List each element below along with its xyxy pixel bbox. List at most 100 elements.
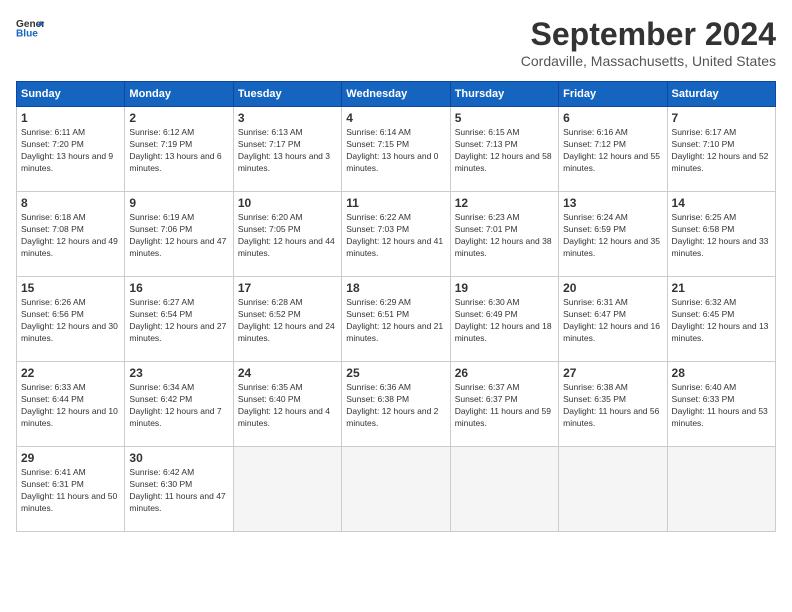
day-info: Sunrise: 6:23 AMSunset: 7:01 PMDaylight:… (455, 212, 554, 260)
day-number: 4 (346, 111, 445, 125)
day-info: Sunrise: 6:16 AMSunset: 7:12 PMDaylight:… (563, 127, 662, 175)
page-header: General Blue September 2024 Cordaville, … (16, 16, 776, 69)
day-info: Sunrise: 6:12 AMSunset: 7:19 PMDaylight:… (129, 127, 228, 175)
calendar-cell: 3 Sunrise: 6:13 AMSunset: 7:17 PMDaylight… (233, 107, 341, 192)
calendar-cell: 24 Sunrise: 6:35 AMSunset: 6:40 PMDayligh… (233, 362, 341, 447)
calendar-cell: 12 Sunrise: 6:23 AMSunset: 7:01 PMDayligh… (450, 192, 558, 277)
day-number: 23 (129, 366, 228, 380)
day-number: 26 (455, 366, 554, 380)
calendar-cell: 19 Sunrise: 6:30 AMSunset: 6:49 PMDayligh… (450, 277, 558, 362)
calendar-cell: 14 Sunrise: 6:25 AMSunset: 6:58 PMDayligh… (667, 192, 775, 277)
day-number: 1 (21, 111, 120, 125)
day-info: Sunrise: 6:32 AMSunset: 6:45 PMDaylight:… (672, 297, 771, 345)
calendar-cell: 9Sunrise: 6:19 AMSunset: 7:06 PMDaylight… (125, 192, 233, 277)
calendar-cell: 16 Sunrise: 6:27 AMSunset: 6:54 PMDayligh… (125, 277, 233, 362)
svg-text:Blue: Blue (16, 28, 38, 38)
day-number: 24 (238, 366, 337, 380)
day-number: 10 (238, 196, 337, 210)
location-title: Cordaville, Massachusetts, United States (521, 53, 776, 69)
day-info: Sunrise: 6:41 AMSunset: 6:31 PMDaylight:… (21, 467, 120, 515)
calendar-cell: 17Sunrise: 6:28 AMSunset: 6:52 PMDayligh… (233, 277, 341, 362)
calendar-cell (559, 447, 667, 532)
calendar-table: SundayMondayTuesdayWednesdayThursdayFrid… (16, 81, 776, 532)
day-info: Sunrise: 6:14 AMSunset: 7:15 PMDaylight:… (346, 127, 445, 175)
day-number: 20 (563, 281, 662, 295)
day-number: 9 (129, 196, 228, 210)
calendar-cell (667, 447, 775, 532)
day-number: 8 (21, 196, 120, 210)
day-info: Sunrise: 6:24 AMSunset: 6:59 PMDaylight:… (563, 212, 662, 260)
day-number: 27 (563, 366, 662, 380)
day-number: 11 (346, 196, 445, 210)
title-area: September 2024 Cordaville, Massachusetts… (521, 16, 776, 69)
weekday-header-row: SundayMondayTuesdayWednesdayThursdayFrid… (17, 82, 776, 107)
week-row-1: 1 Sunrise: 6:11 AMSunset: 7:20 PMDaylight… (17, 107, 776, 192)
day-number: 22 (21, 366, 120, 380)
calendar-cell: 5 Sunrise: 6:15 AMSunset: 7:13 PMDaylight… (450, 107, 558, 192)
calendar-cell: 26Sunrise: 6:37 AMSunset: 6:37 PMDayligh… (450, 362, 558, 447)
calendar-cell: 13 Sunrise: 6:24 AMSunset: 6:59 PMDayligh… (559, 192, 667, 277)
week-row-2: 8 Sunrise: 6:18 AMSunset: 7:08 PMDaylight… (17, 192, 776, 277)
day-info: Sunrise: 6:13 AMSunset: 7:17 PMDaylight:… (238, 127, 337, 175)
week-row-4: 22 Sunrise: 6:33 AMSunset: 6:44 PMDayligh… (17, 362, 776, 447)
calendar-cell: 7 Sunrise: 6:17 AMSunset: 7:10 PMDaylight… (667, 107, 775, 192)
calendar-cell: 11 Sunrise: 6:22 AMSunset: 7:03 PMDayligh… (342, 192, 450, 277)
day-number: 6 (563, 111, 662, 125)
day-number: 25 (346, 366, 445, 380)
day-info: Sunrise: 6:33 AMSunset: 6:44 PMDaylight:… (21, 382, 120, 430)
day-number: 12 (455, 196, 554, 210)
calendar-cell: 30 Sunrise: 6:42 AMSunset: 6:30 PMDayligh… (125, 447, 233, 532)
weekday-header-friday: Friday (559, 82, 667, 107)
day-info: Sunrise: 6:40 AMSunset: 6:33 PMDaylight:… (672, 382, 771, 430)
weekday-header-sunday: Sunday (17, 82, 125, 107)
day-info: Sunrise: 6:17 AMSunset: 7:10 PMDaylight:… (672, 127, 771, 175)
day-info: Sunrise: 6:22 AMSunset: 7:03 PMDaylight:… (346, 212, 445, 260)
day-info: Sunrise: 6:15 AMSunset: 7:13 PMDaylight:… (455, 127, 554, 175)
day-number: 19 (455, 281, 554, 295)
calendar-cell: 27 Sunrise: 6:38 AMSunset: 6:35 PMDayligh… (559, 362, 667, 447)
day-number: 14 (672, 196, 771, 210)
day-info: Sunrise: 6:27 AMSunset: 6:54 PMDaylight:… (129, 297, 228, 345)
weekday-header-saturday: Saturday (667, 82, 775, 107)
day-info: Sunrise: 6:11 AMSunset: 7:20 PMDaylight:… (21, 127, 120, 175)
day-number: 5 (455, 111, 554, 125)
calendar-cell: 15 Sunrise: 6:26 AMSunset: 6:56 PMDayligh… (17, 277, 125, 362)
day-info: Sunrise: 6:18 AMSunset: 7:08 PMDaylight:… (21, 212, 120, 260)
day-info: Sunrise: 6:38 AMSunset: 6:35 PMDaylight:… (563, 382, 662, 430)
calendar-cell: 29 Sunrise: 6:41 AMSunset: 6:31 PMDayligh… (17, 447, 125, 532)
week-row-5: 29 Sunrise: 6:41 AMSunset: 6:31 PMDayligh… (17, 447, 776, 532)
day-number: 3 (238, 111, 337, 125)
month-title: September 2024 (521, 16, 776, 53)
day-number: 30 (129, 451, 228, 465)
calendar-cell (233, 447, 341, 532)
weekday-header-thursday: Thursday (450, 82, 558, 107)
day-info: Sunrise: 6:20 AMSunset: 7:05 PMDaylight:… (238, 212, 337, 260)
day-info: Sunrise: 6:30 AMSunset: 6:49 PMDaylight:… (455, 297, 554, 345)
day-number: 13 (563, 196, 662, 210)
day-number: 28 (672, 366, 771, 380)
day-number: 21 (672, 281, 771, 295)
weekday-header-wednesday: Wednesday (342, 82, 450, 107)
calendar-cell: 6 Sunrise: 6:16 AMSunset: 7:12 PMDaylight… (559, 107, 667, 192)
week-row-3: 15 Sunrise: 6:26 AMSunset: 6:56 PMDayligh… (17, 277, 776, 362)
day-info: Sunrise: 6:25 AMSunset: 6:58 PMDaylight:… (672, 212, 771, 260)
day-info: Sunrise: 6:36 AMSunset: 6:38 PMDaylight:… (346, 382, 445, 430)
calendar-cell: 1 Sunrise: 6:11 AMSunset: 7:20 PMDaylight… (17, 107, 125, 192)
calendar-cell (450, 447, 558, 532)
day-number: 7 (672, 111, 771, 125)
day-number: 29 (21, 451, 120, 465)
day-info: Sunrise: 6:26 AMSunset: 6:56 PMDaylight:… (21, 297, 120, 345)
day-number: 16 (129, 281, 228, 295)
calendar-cell: 20Sunrise: 6:31 AMSunset: 6:47 PMDayligh… (559, 277, 667, 362)
calendar-cell: 23 Sunrise: 6:34 AMSunset: 6:42 PMDayligh… (125, 362, 233, 447)
calendar-cell: 25 Sunrise: 6:36 AMSunset: 6:38 PMDayligh… (342, 362, 450, 447)
day-number: 2 (129, 111, 228, 125)
day-number: 15 (21, 281, 120, 295)
weekday-header-monday: Monday (125, 82, 233, 107)
logo-icon: General Blue (16, 16, 44, 38)
calendar-cell: 22 Sunrise: 6:33 AMSunset: 6:44 PMDayligh… (17, 362, 125, 447)
day-info: Sunrise: 6:42 AMSunset: 6:30 PMDaylight:… (129, 467, 228, 515)
calendar-cell: 2 Sunrise: 6:12 AMSunset: 7:19 PMDaylight… (125, 107, 233, 192)
day-info: Sunrise: 6:35 AMSunset: 6:40 PMDaylight:… (238, 382, 337, 430)
day-info: Sunrise: 6:34 AMSunset: 6:42 PMDaylight:… (129, 382, 228, 430)
